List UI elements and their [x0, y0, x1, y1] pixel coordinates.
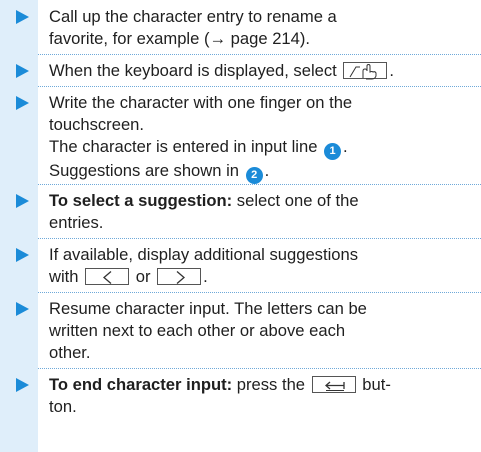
step-5-with: with — [49, 267, 79, 286]
separator — [38, 238, 481, 239]
step-3-line-4-end: . — [264, 161, 270, 180]
step-4-line-2: entries. — [49, 213, 104, 232]
step-7-line-2: ton. — [49, 397, 77, 416]
step-3-line-4: Suggestions are shown in — [49, 161, 240, 180]
step-4-bold-label: To select a suggestion: — [49, 191, 233, 210]
step-4-text: select one of the — [232, 191, 359, 210]
handwriting-hand-icon — [343, 62, 388, 80]
step-1-line-1: Call up the character entry to rename a — [49, 7, 337, 26]
step-arrow-icon — [16, 194, 29, 208]
step-1-line-2: favorite, for example (→ page 214). — [49, 29, 311, 48]
step-3-line-1: Write the character with one finger on t… — [49, 93, 353, 112]
step-2-text: When the keyboard is displayed, select — [49, 61, 337, 80]
step-arrow-icon — [16, 10, 29, 24]
step-3-line-2: touchscreen. — [49, 115, 145, 134]
step-arrow-icon — [16, 302, 29, 316]
separator — [38, 184, 481, 185]
separator — [38, 86, 481, 87]
backspace-arrow-icon — [311, 376, 356, 393]
step-7-text: press the — [232, 375, 306, 394]
callout-1-badge: 1 — [324, 143, 342, 160]
step-6-line-1: Resume character input. The letters can … — [49, 299, 367, 318]
separator — [38, 54, 481, 55]
step-arrow-icon — [16, 378, 29, 392]
step-3-line-3-end: . — [343, 137, 348, 156]
step-5-period: . — [203, 267, 208, 286]
step-2-period: . — [389, 61, 395, 80]
separator — [38, 292, 481, 293]
callout-2-badge: 2 — [245, 167, 263, 184]
step-3-line-3: The character is entered in input line — [49, 137, 318, 156]
step-arrow-icon — [16, 64, 29, 78]
step-6-line-3: other. — [49, 343, 91, 362]
step-arrow-icon — [16, 96, 29, 110]
step-7-bold-label: To end character input: — [49, 375, 233, 394]
instruction-page: Call up the character entry to rename a … — [0, 0, 481, 452]
step-7-tail: but- — [357, 375, 391, 394]
step-6-line-2: written next to each other or above each — [49, 321, 346, 340]
chevron-left-icon — [85, 268, 130, 285]
step-5-line-1: If available, display additional suggest… — [49, 245, 359, 264]
step-5-or: or — [135, 267, 151, 286]
separator — [38, 368, 481, 369]
chevron-right-icon — [157, 268, 202, 285]
step-arrow-icon — [16, 248, 29, 262]
